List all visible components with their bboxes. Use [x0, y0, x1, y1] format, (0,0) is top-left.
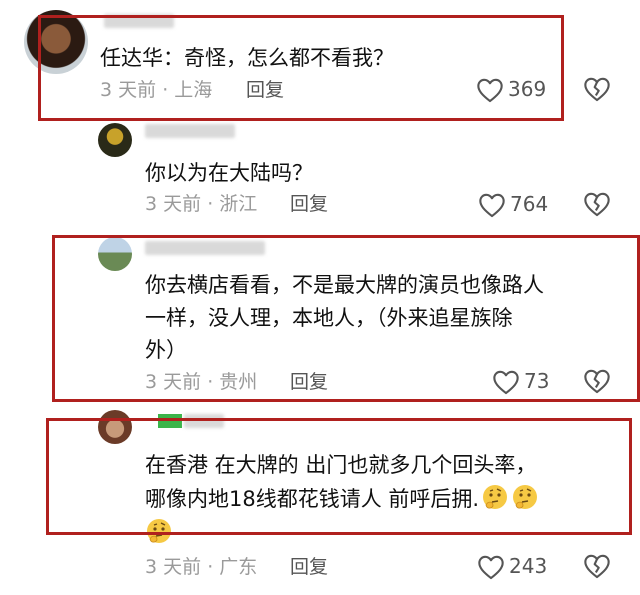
meta-separator: ·	[207, 193, 214, 215]
like-count: 243	[509, 554, 548, 578]
highlight-box	[46, 418, 632, 535]
comment-time: 3 天前	[145, 193, 202, 215]
highlight-box	[52, 235, 640, 402]
username-blurred[interactable]	[145, 124, 235, 138]
dislike-button[interactable]	[583, 553, 613, 581]
meta-separator: ·	[207, 556, 214, 578]
like-button[interactable]: 764	[478, 191, 568, 219]
heart-outline-icon	[479, 193, 505, 218]
reply-button[interactable]: 回复	[290, 554, 328, 580]
reply-button[interactable]: 回复	[290, 191, 328, 217]
dislike-button[interactable]	[583, 76, 613, 104]
comment-meta: 3 天前 · 广东	[145, 554, 257, 580]
comment-location: 广东	[219, 556, 258, 578]
heart-outline-icon	[478, 555, 504, 580]
broken-heart-icon	[584, 554, 610, 579]
comment-time: 3 天前	[145, 556, 202, 578]
highlight-box	[38, 15, 564, 121]
like-count: 764	[510, 192, 549, 216]
broken-heart-icon	[584, 77, 610, 102]
comment-meta: 3 天前 · 浙江	[145, 191, 257, 217]
comment-location: 浙江	[219, 193, 258, 215]
avatar[interactable]	[98, 123, 132, 157]
broken-heart-icon	[584, 192, 610, 217]
comment-2: 你以为在大陆吗？ 3 天前 · 浙江 回复 764	[0, 120, 640, 235]
comment-text: 你以为在大陆吗？	[145, 161, 313, 185]
dislike-button[interactable]	[583, 191, 613, 219]
like-button[interactable]: 243	[477, 553, 567, 581]
